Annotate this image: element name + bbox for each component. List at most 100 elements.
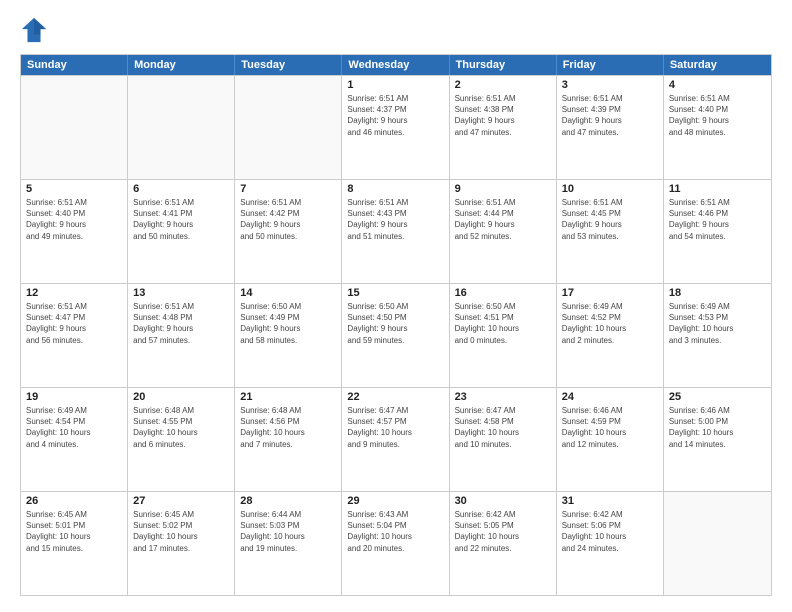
day-info: Sunrise: 6:51 AM Sunset: 4:44 PM Dayligh… (455, 197, 551, 242)
day-info: Sunrise: 6:51 AM Sunset: 4:47 PM Dayligh… (26, 301, 122, 346)
day-info: Sunrise: 6:48 AM Sunset: 4:55 PM Dayligh… (133, 405, 229, 450)
calendar-cell: 24 Sunrise: 6:46 AM Sunset: 4:59 PM Dayli… (557, 388, 664, 491)
day-number: 22 (347, 391, 443, 403)
day-info: Sunrise: 6:51 AM Sunset: 4:37 PM Dayligh… (347, 93, 443, 138)
calendar-body: 1 Sunrise: 6:51 AM Sunset: 4:37 PM Daylig… (21, 75, 771, 595)
calendar-cell: 30Sunrise: 6:42 AM Sunset: 5:05 PM Dayli… (450, 492, 557, 595)
calendar-cell: 6Sunrise: 6:51 AM Sunset: 4:41 PM Daylig… (128, 180, 235, 283)
calendar-row: 5 Sunrise: 6:51 AM Sunset: 4:40 PM Daylig… (21, 179, 771, 283)
day-number: 15 (347, 287, 443, 299)
day-number: 3 (562, 79, 658, 91)
calendar-cell: 17 Sunrise: 6:49 AM Sunset: 4:52 PM Dayli… (557, 284, 664, 387)
day-info: Sunrise: 6:51 AM Sunset: 4:39 PM Dayligh… (562, 93, 658, 138)
weekday-header: Wednesday (342, 55, 449, 75)
weekday-header: Tuesday (235, 55, 342, 75)
day-info: Sunrise: 6:49 AM Sunset: 4:53 PM Dayligh… (669, 301, 766, 346)
calendar-cell: 22 Sunrise: 6:47 AM Sunset: 4:57 PM Dayli… (342, 388, 449, 491)
day-number: 20 (133, 391, 229, 403)
day-info: Sunrise: 6:51 AM Sunset: 4:43 PM Dayligh… (347, 197, 443, 242)
day-number: 18 (669, 287, 766, 299)
weekday-header: Friday (557, 55, 664, 75)
day-info: Sunrise: 6:50 AM Sunset: 4:51 PM Dayligh… (455, 301, 551, 346)
day-number: 26 (26, 495, 122, 507)
weekday-header: Monday (128, 55, 235, 75)
day-number: 17 (562, 287, 658, 299)
calendar-cell: 8 Sunrise: 6:51 AM Sunset: 4:43 PM Daylig… (342, 180, 449, 283)
calendar-cell: 14 Sunrise: 6:50 AM Sunset: 4:49 PM Dayli… (235, 284, 342, 387)
calendar-cell (664, 492, 771, 595)
day-number: 1 (347, 79, 443, 91)
day-info: Sunrise: 6:45 AM Sunset: 5:01 PM Dayligh… (26, 509, 122, 554)
day-number: 16 (455, 287, 551, 299)
calendar-cell: 15 Sunrise: 6:50 AM Sunset: 4:50 PM Dayli… (342, 284, 449, 387)
calendar-cell (21, 76, 128, 179)
day-info: Sunrise: 6:46 AM Sunset: 5:00 PM Dayligh… (669, 405, 766, 450)
day-info: Sunrise: 6:48 AM Sunset: 4:56 PM Dayligh… (240, 405, 336, 450)
calendar-cell: 27Sunrise: 6:45 AM Sunset: 5:02 PM Dayli… (128, 492, 235, 595)
day-number: 25 (669, 391, 766, 403)
calendar-cell: 21 Sunrise: 6:48 AM Sunset: 4:56 PM Dayli… (235, 388, 342, 491)
calendar-cell: 2 Sunrise: 6:51 AM Sunset: 4:38 PM Daylig… (450, 76, 557, 179)
day-info: Sunrise: 6:46 AM Sunset: 4:59 PM Dayligh… (562, 405, 658, 450)
calendar-cell: 5 Sunrise: 6:51 AM Sunset: 4:40 PM Daylig… (21, 180, 128, 283)
calendar-cell: 7 Sunrise: 6:51 AM Sunset: 4:42 PM Daylig… (235, 180, 342, 283)
calendar-cell: 9 Sunrise: 6:51 AM Sunset: 4:44 PM Daylig… (450, 180, 557, 283)
day-info: Sunrise: 6:50 AM Sunset: 4:49 PM Dayligh… (240, 301, 336, 346)
day-number: 21 (240, 391, 336, 403)
calendar-row: 19 Sunrise: 6:49 AM Sunset: 4:54 PM Dayli… (21, 387, 771, 491)
day-number: 4 (669, 79, 766, 91)
day-number: 9 (455, 183, 551, 195)
day-number: 7 (240, 183, 336, 195)
logo-icon (20, 16, 48, 44)
day-number: 19 (26, 391, 122, 403)
day-info: Sunrise: 6:47 AM Sunset: 4:57 PM Dayligh… (347, 405, 443, 450)
day-number: 12 (26, 287, 122, 299)
weekday-header: Sunday (21, 55, 128, 75)
day-info: Sunrise: 6:51 AM Sunset: 4:46 PM Dayligh… (669, 197, 766, 242)
calendar-header: SundayMondayTuesdayWednesdayThursdayFrid… (21, 55, 771, 75)
calendar-cell: 16 Sunrise: 6:50 AM Sunset: 4:51 PM Dayli… (450, 284, 557, 387)
calendar-cell: 11 Sunrise: 6:51 AM Sunset: 4:46 PM Dayli… (664, 180, 771, 283)
calendar-cell: 13Sunrise: 6:51 AM Sunset: 4:48 PM Dayli… (128, 284, 235, 387)
calendar-cell: 10 Sunrise: 6:51 AM Sunset: 4:45 PM Dayli… (557, 180, 664, 283)
day-info: Sunrise: 6:49 AM Sunset: 4:54 PM Dayligh… (26, 405, 122, 450)
calendar-cell: 3 Sunrise: 6:51 AM Sunset: 4:39 PM Daylig… (557, 76, 664, 179)
day-number: 11 (669, 183, 766, 195)
calendar-cell: 26 Sunrise: 6:45 AM Sunset: 5:01 PM Dayli… (21, 492, 128, 595)
day-number: 28 (240, 495, 336, 507)
day-info: Sunrise: 6:51 AM Sunset: 4:38 PM Dayligh… (455, 93, 551, 138)
calendar-cell: 4Sunrise: 6:51 AM Sunset: 4:40 PM Daylig… (664, 76, 771, 179)
calendar-row: 12 Sunrise: 6:51 AM Sunset: 4:47 PM Dayli… (21, 283, 771, 387)
calendar-cell: 19 Sunrise: 6:49 AM Sunset: 4:54 PM Dayli… (21, 388, 128, 491)
day-info: Sunrise: 6:44 AM Sunset: 5:03 PM Dayligh… (240, 509, 336, 554)
weekday-header: Saturday (664, 55, 771, 75)
day-number: 2 (455, 79, 551, 91)
day-info: Sunrise: 6:51 AM Sunset: 4:42 PM Dayligh… (240, 197, 336, 242)
calendar-cell: 29Sunrise: 6:43 AM Sunset: 5:04 PM Dayli… (342, 492, 449, 595)
calendar-cell: 1 Sunrise: 6:51 AM Sunset: 4:37 PM Daylig… (342, 76, 449, 179)
day-info: Sunrise: 6:49 AM Sunset: 4:52 PM Dayligh… (562, 301, 658, 346)
day-info: Sunrise: 6:47 AM Sunset: 4:58 PM Dayligh… (455, 405, 551, 450)
calendar-cell: 31Sunrise: 6:42 AM Sunset: 5:06 PM Dayli… (557, 492, 664, 595)
day-info: Sunrise: 6:51 AM Sunset: 4:45 PM Dayligh… (562, 197, 658, 242)
day-number: 10 (562, 183, 658, 195)
calendar-cell: 25 Sunrise: 6:46 AM Sunset: 5:00 PM Dayli… (664, 388, 771, 491)
day-number: 8 (347, 183, 443, 195)
day-number: 24 (562, 391, 658, 403)
calendar-cell: 18 Sunrise: 6:49 AM Sunset: 4:53 PM Dayli… (664, 284, 771, 387)
day-info: Sunrise: 6:51 AM Sunset: 4:41 PM Dayligh… (133, 197, 229, 242)
calendar-cell: 23 Sunrise: 6:47 AM Sunset: 4:58 PM Dayli… (450, 388, 557, 491)
day-info: Sunrise: 6:51 AM Sunset: 4:40 PM Dayligh… (26, 197, 122, 242)
day-info: Sunrise: 6:50 AM Sunset: 4:50 PM Dayligh… (347, 301, 443, 346)
calendar-cell (235, 76, 342, 179)
header (20, 16, 772, 44)
day-number: 27 (133, 495, 229, 507)
day-number: 23 (455, 391, 551, 403)
weekday-header: Thursday (450, 55, 557, 75)
calendar-cell: 28 Sunrise: 6:44 AM Sunset: 5:03 PM Dayli… (235, 492, 342, 595)
day-number: 14 (240, 287, 336, 299)
page: SundayMondayTuesdayWednesdayThursdayFrid… (0, 0, 792, 612)
calendar-row: 1 Sunrise: 6:51 AM Sunset: 4:37 PM Daylig… (21, 75, 771, 179)
calendar: SundayMondayTuesdayWednesdayThursdayFrid… (20, 54, 772, 596)
day-number: 5 (26, 183, 122, 195)
